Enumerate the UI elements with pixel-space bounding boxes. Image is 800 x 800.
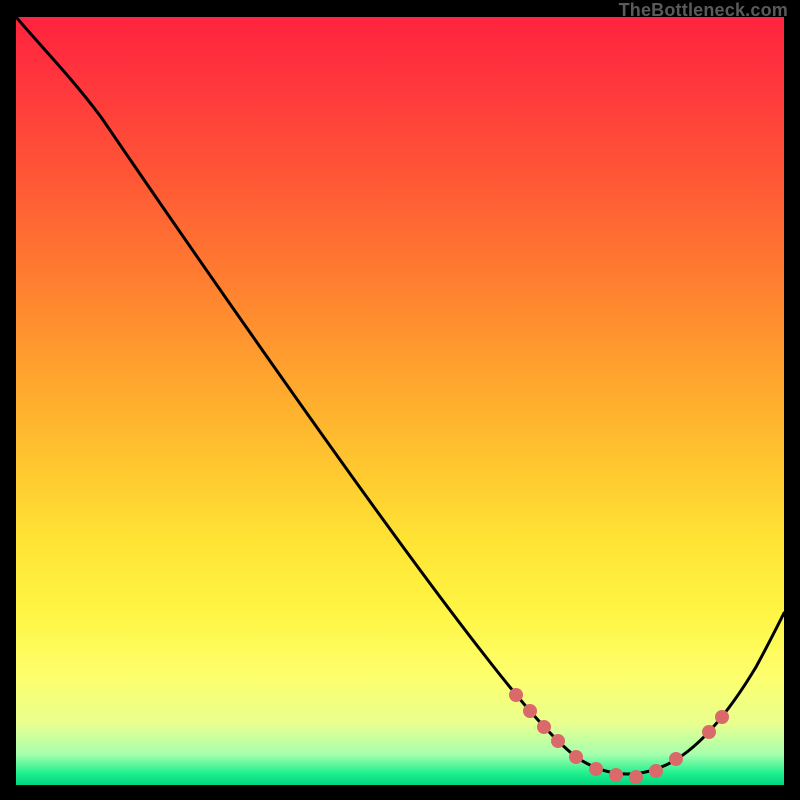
marker-dot	[569, 750, 583, 764]
marker-dot	[629, 770, 643, 784]
marker-dot	[509, 688, 523, 702]
marker-dot	[537, 720, 551, 734]
optimal-range-markers	[509, 688, 729, 784]
marker-dot	[669, 752, 683, 766]
plot-area	[16, 17, 784, 785]
marker-dot	[589, 762, 603, 776]
marker-dot	[649, 764, 663, 778]
marker-dot	[702, 725, 716, 739]
marker-dot	[609, 768, 623, 782]
chart-stage: TheBottleneck.com	[0, 0, 800, 800]
marker-dot	[523, 704, 537, 718]
bottleneck-curve-path	[16, 17, 784, 774]
marker-dot	[551, 734, 565, 748]
bottleneck-curve-svg	[16, 17, 784, 785]
marker-dot	[715, 710, 729, 724]
